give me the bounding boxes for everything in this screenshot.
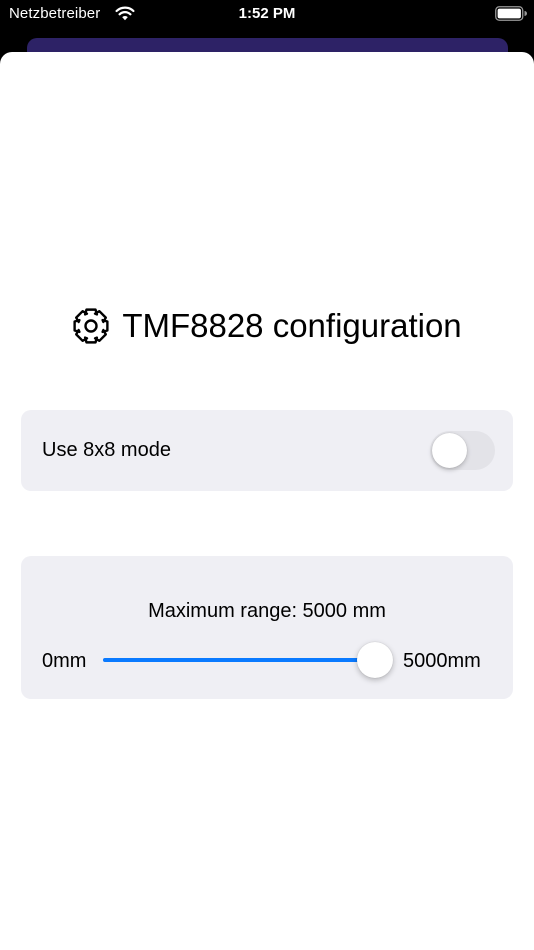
max-range-label: Maximum range: 5000 mm [148, 600, 386, 622]
max-range-card: Maximum range: 5000 mm 0mm 5000mm [21, 556, 513, 699]
screen: Netzbetreiber 1:52 PM TMF8828 configurat… [0, 0, 534, 950]
slider-min-label: 0mm [42, 650, 87, 672]
page-title-text: TMF8828 configuration [122, 307, 462, 344]
max-range-slider[interactable] [103, 641, 393, 679]
slider-thumb[interactable] [357, 642, 393, 678]
page-title: TMF8828 configuration [0, 306, 534, 346]
battery-icon [495, 6, 527, 21]
mode-8x8-switch[interactable] [430, 431, 495, 470]
status-bar: Netzbetreiber 1:52 PM [0, 0, 534, 30]
gear-icon [73, 308, 109, 344]
slider-fill [103, 658, 375, 662]
configuration-sheet: TMF8828 configuration Use 8x8 mode Maxim… [0, 52, 534, 950]
mode-toggle-card: Use 8x8 mode [21, 410, 513, 491]
slider-max-label: 5000mm [403, 650, 481, 672]
status-time: 1:52 PM [238, 5, 296, 22]
mode-toggle-label: Use 8x8 mode [42, 439, 171, 461]
switch-knob[interactable] [432, 433, 467, 468]
